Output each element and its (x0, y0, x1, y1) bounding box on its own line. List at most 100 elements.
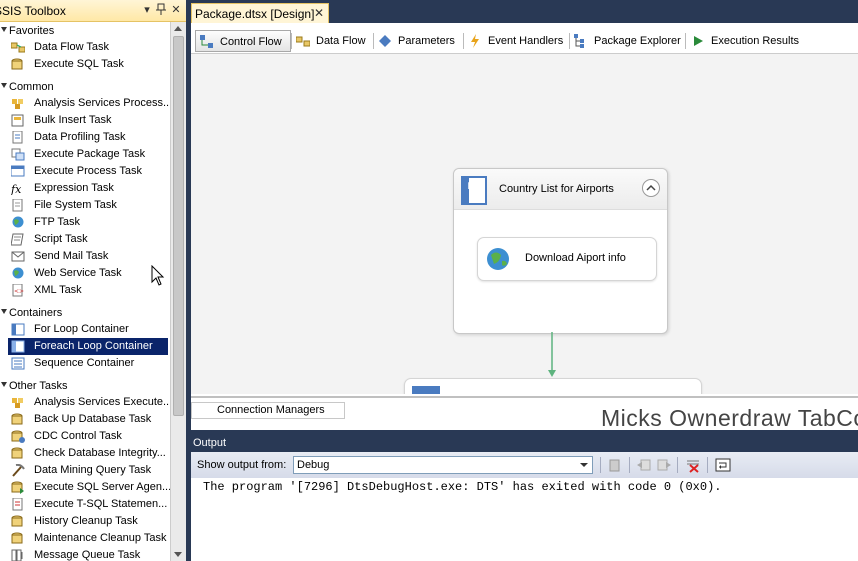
tab-event-handlers[interactable]: Event Handlers (464, 30, 568, 52)
script-icon (10, 233, 25, 246)
collapse-triangle-icon (1, 83, 7, 88)
toolbox-item[interactable]: Analysis Services Execute... (8, 394, 170, 411)
previous-message-icon[interactable] (636, 457, 652, 473)
tab-control-flow[interactable]: Control Flow (195, 30, 291, 52)
output-source-select[interactable]: Debug (293, 456, 593, 474)
svg-text:fx: fx (11, 183, 22, 195)
download-airport-info-task[interactable]: Download Aiport info (477, 237, 657, 281)
toolbox-item[interactable]: Data Profiling Task (8, 129, 168, 146)
pin-icon[interactable] (154, 3, 168, 17)
scroll-down-arrow-icon[interactable] (174, 552, 182, 557)
data-profiling-icon (11, 130, 25, 144)
toolbox-item-selected[interactable]: Foreach Loop Container (8, 338, 168, 355)
precedence-constraint-arrow[interactable] (546, 332, 560, 380)
task-label: Download Aiport info (525, 252, 626, 264)
document-tab-package[interactable]: Package.dtsx [Design] ✕ (191, 3, 329, 23)
toolbox-item[interactable]: <> XML Task (8, 282, 168, 299)
collapse-chevron-icon[interactable] (642, 179, 660, 197)
toolbar-separator (707, 457, 708, 473)
collapse-triangle-icon (1, 27, 7, 32)
toolbox-item[interactable]: Execute SQL Task (8, 56, 168, 73)
xml-icon: <> (11, 283, 25, 297)
next-task-box[interactable] (404, 378, 702, 394)
foreach-loop-container[interactable]: Country List for Airports Download Aipor… (453, 168, 668, 334)
toolbox-item[interactable]: Analysis Services Process... (8, 95, 170, 112)
tsql-statement-icon (11, 497, 25, 511)
tab-execution-results[interactable]: Execution Results (687, 30, 807, 52)
tab-separator (685, 33, 686, 49)
toolbox-item[interactable]: History Cleanup Task (8, 513, 168, 530)
maintenance-cleanup-icon (11, 532, 25, 545)
toolbox-item[interactable]: FTP Task (8, 214, 168, 231)
analysis-services-execute-icon (11, 396, 25, 409)
output-text-area[interactable]: The program '[7296] DtsDebugHost.exe: DT… (191, 478, 858, 561)
foreach-loop-container-icon (11, 340, 25, 353)
toolbox-item[interactable]: Execute T-SQL Statemen... (8, 496, 168, 513)
find-message-icon[interactable] (607, 457, 623, 473)
toolbox-title: SSIS Toolbox (0, 4, 66, 18)
toolbar-separator (600, 457, 601, 473)
data-mining-pick-icon (11, 463, 25, 477)
toolbox-item[interactable]: Message Queue Task (8, 547, 168, 561)
cdc-control-icon (11, 430, 25, 443)
toolbox-item[interactable]: Data Mining Query Task (8, 462, 168, 479)
bulk-insert-icon (11, 114, 25, 127)
scrollbar-thumb[interactable] (173, 36, 184, 416)
chevron-down-icon[interactable] (577, 458, 591, 472)
connection-managers-strip: Connection Managers Micks Ownerdraw TabC… (191, 396, 858, 430)
scroll-up-arrow-icon[interactable] (174, 26, 182, 31)
toolbox-item[interactable]: Back Up Database Task (8, 411, 168, 428)
container-header[interactable]: Country List for Airports (454, 169, 667, 210)
toolbox-title-bar: SSIS Toolbox ▾ ✕ (0, 0, 186, 22)
toolbox-item[interactable]: Execute Process Task (8, 163, 168, 180)
file-system-icon (11, 198, 25, 212)
toolbox-item[interactable]: Execute Package Task (8, 146, 168, 163)
tab-data-flow[interactable]: Data Flow (292, 30, 372, 52)
output-source-value: Debug (297, 459, 330, 471)
toolbox-item[interactable]: Bulk Insert Task (8, 112, 168, 129)
execute-package-icon (11, 148, 25, 161)
toolbar-separator (629, 457, 630, 473)
tab-package-explorer[interactable]: Package Explorer (570, 30, 684, 52)
close-icon[interactable]: ✕ (314, 6, 324, 20)
mouse-pointer-icon (151, 265, 165, 286)
toolbox-item[interactable]: Script Task (8, 231, 168, 248)
clear-all-icon[interactable] (685, 457, 701, 473)
watermark-text: Micks Ownerdraw TabControl (601, 405, 858, 430)
output-title-bar: Output (191, 435, 858, 452)
expression-fx-icon: fx (10, 182, 25, 196)
word-wrap-icon[interactable] (715, 457, 731, 473)
toolbox-item[interactable]: Execute SQL Server Agen... (8, 479, 170, 496)
control-flow-canvas[interactable]: Country List for Airports Download Aipor… (191, 54, 858, 394)
data-flow-icon (295, 34, 311, 48)
toolbox-item[interactable]: Sequence Container (8, 355, 168, 372)
close-icon[interactable]: ✕ (169, 3, 183, 17)
tab-parameters[interactable]: Parameters (374, 30, 462, 52)
output-toolbar: Show output from: Debug (191, 452, 858, 479)
toolbox-item[interactable]: Data Flow Task (8, 39, 168, 56)
toolbox-item[interactable]: File System Task (8, 197, 168, 214)
toolbox-item[interactable]: For Loop Container (8, 321, 168, 338)
document-tab-label: Package.dtsx [Design] (195, 7, 315, 21)
control-flow-icon (200, 35, 214, 49)
send-mail-icon (11, 250, 25, 263)
message-queue-icon (11, 549, 25, 561)
analysis-services-cube-icon (11, 97, 25, 110)
toolbox-item[interactable]: fx Expression Task (8, 180, 168, 197)
collapse-triangle-icon (1, 309, 7, 314)
toolbox-item[interactable]: Check Database Integrity... (8, 445, 168, 462)
toolbox-list: Favorites Data Flow Task Execute SQL Tas… (0, 22, 170, 561)
toolbox-item[interactable]: Web Service Task (8, 265, 168, 282)
next-message-icon[interactable] (656, 457, 672, 473)
parameters-diamond-icon (378, 34, 392, 48)
toolbox-item[interactable]: Maintenance Cleanup Task (8, 530, 168, 547)
tab-connection-managers[interactable]: Connection Managers (191, 402, 345, 419)
collapse-triangle-icon (1, 382, 7, 387)
toolbox-item[interactable]: CDC Control Task (8, 428, 168, 445)
container-title: Country List for Airports (499, 183, 614, 195)
sequence-container-icon (11, 357, 25, 370)
toolbox-item[interactable]: Send Mail Task (8, 248, 168, 265)
toolbar-separator (677, 457, 678, 473)
toolbox-scrollbar[interactable] (170, 22, 186, 561)
dropdown-arrow-icon[interactable]: ▾ (140, 3, 154, 17)
